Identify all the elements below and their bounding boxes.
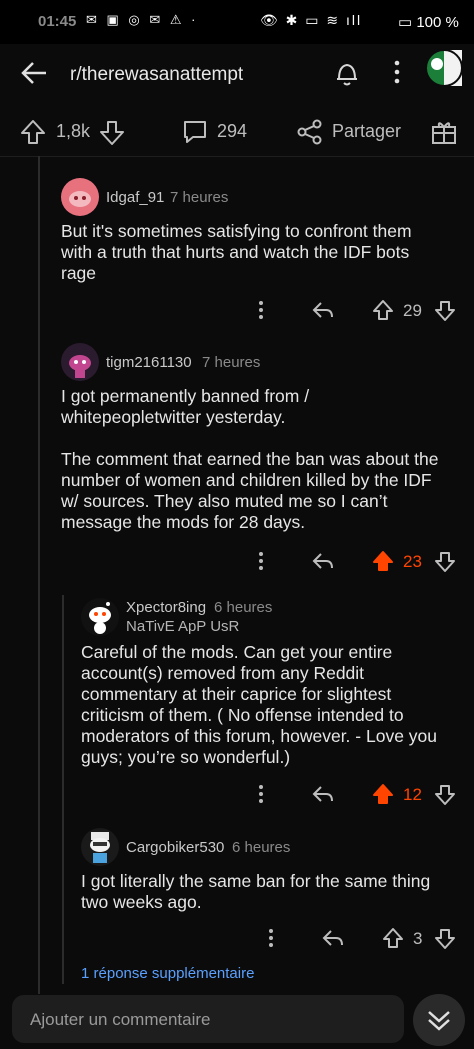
comment-author[interactable]: Xpector8ing <box>126 599 206 616</box>
comment-body: I got literally the same ban for the sam… <box>81 871 431 912</box>
battery-level: ▭ 100 % <box>398 14 459 31</box>
user-flair: NaTivE ApP UsR <box>126 618 240 635</box>
upvote-active-icon[interactable] <box>372 783 394 805</box>
comment-time: 7 heures <box>170 189 229 206</box>
comment-body: I got permanently banned from / whitepeo… <box>61 386 439 532</box>
award-icon[interactable] <box>430 118 458 146</box>
battery-text: 100 % <box>416 14 459 31</box>
thread-line[interactable] <box>38 156 40 994</box>
comment-score: 23 <box>403 552 422 571</box>
next-comment-button[interactable] <box>413 994 465 1046</box>
more-replies-link[interactable]: 1 réponse supplémentaire <box>81 965 254 982</box>
more-options-icon[interactable] <box>258 300 264 320</box>
comment-count[interactable]: 294 <box>217 121 247 142</box>
thread-line-nested[interactable] <box>62 595 64 984</box>
reply-icon[interactable] <box>312 784 334 804</box>
top-header: r/therewasanattempt <box>0 44 474 104</box>
downvote-icon[interactable] <box>434 784 456 806</box>
comment-score: 29 <box>403 301 422 320</box>
upvote-icon[interactable] <box>382 927 404 949</box>
bell-icon[interactable] <box>334 59 360 87</box>
reply-icon[interactable] <box>312 551 334 571</box>
avatar[interactable] <box>81 828 119 866</box>
snoo-avatar-icon <box>90 832 110 863</box>
comment-body: But it's sometimes satisfying to confron… <box>61 221 412 283</box>
upvote-active-icon[interactable] <box>372 550 394 572</box>
share-label[interactable]: Partager <box>332 121 401 142</box>
status-bar: 01:45 ✉ ▣ ◎ ✉ ⚠ · 👁 ✱ ▭ ≋ ıll ▭ 100 % <box>0 0 474 44</box>
add-comment-input[interactable]: Ajouter un commentaire <box>12 995 404 1043</box>
more-options-icon[interactable] <box>258 551 264 571</box>
comment-actions: 23 <box>250 549 460 575</box>
share-icon[interactable] <box>296 118 324 146</box>
add-comment-placeholder: Ajouter un commentaire <box>30 1010 211 1029</box>
post-action-bar: 1,8k 294 Partager <box>0 104 474 157</box>
comment-author[interactable]: tigm2161130 <box>106 354 192 371</box>
downvote-icon[interactable] <box>434 300 456 322</box>
user-avatar[interactable] <box>423 44 465 86</box>
status-time: 01:45 <box>38 13 77 30</box>
comment-time: 6 heures <box>214 599 273 616</box>
comment-author[interactable]: Idgaf_91 <box>106 189 164 206</box>
comment-actions: 12 <box>250 782 460 808</box>
snoo-avatar-icon <box>89 602 111 634</box>
downvote-icon[interactable] <box>99 120 125 146</box>
downvote-icon[interactable] <box>434 928 456 950</box>
upvote-icon[interactable] <box>372 299 394 321</box>
comment-actions: 29 <box>250 298 460 324</box>
double-chevron-down-icon <box>428 1011 450 1031</box>
downvote-icon[interactable] <box>434 551 456 573</box>
back-arrow-icon[interactable] <box>20 60 48 86</box>
reply-icon[interactable] <box>322 928 344 948</box>
avatar[interactable] <box>61 343 99 381</box>
comment-time: 6 heures <box>232 839 291 856</box>
snoo-avatar-icon <box>69 191 91 207</box>
comment-icon[interactable] <box>181 118 209 146</box>
more-options-icon[interactable] <box>268 928 274 948</box>
comment-time: 7 heures <box>202 354 261 371</box>
comment-actions: 3 <box>260 926 460 952</box>
subreddit-title[interactable]: r/therewasanattempt <box>70 64 243 86</box>
more-options-icon[interactable] <box>258 784 264 804</box>
post-vote-count: 1,8k <box>56 121 91 141</box>
comment-author[interactable]: Cargobiker530 <box>126 839 224 856</box>
system-icons: 👁 ✱ ▭ ≋ ıll <box>260 12 363 28</box>
notification-icons: ✉ ▣ ◎ ✉ ⚠ · <box>86 12 199 27</box>
reply-icon[interactable] <box>312 300 334 320</box>
avatar[interactable] <box>81 598 119 636</box>
overflow-menu-icon[interactable] <box>393 60 401 84</box>
upvote-icon[interactable] <box>20 119 46 145</box>
avatar[interactable] <box>61 178 99 216</box>
snoo-avatar-icon <box>69 355 91 378</box>
comment-score: 3 <box>413 929 423 948</box>
comment-body: Careful of the mods. Can get your entire… <box>81 642 437 767</box>
comment-score: 12 <box>403 785 422 804</box>
